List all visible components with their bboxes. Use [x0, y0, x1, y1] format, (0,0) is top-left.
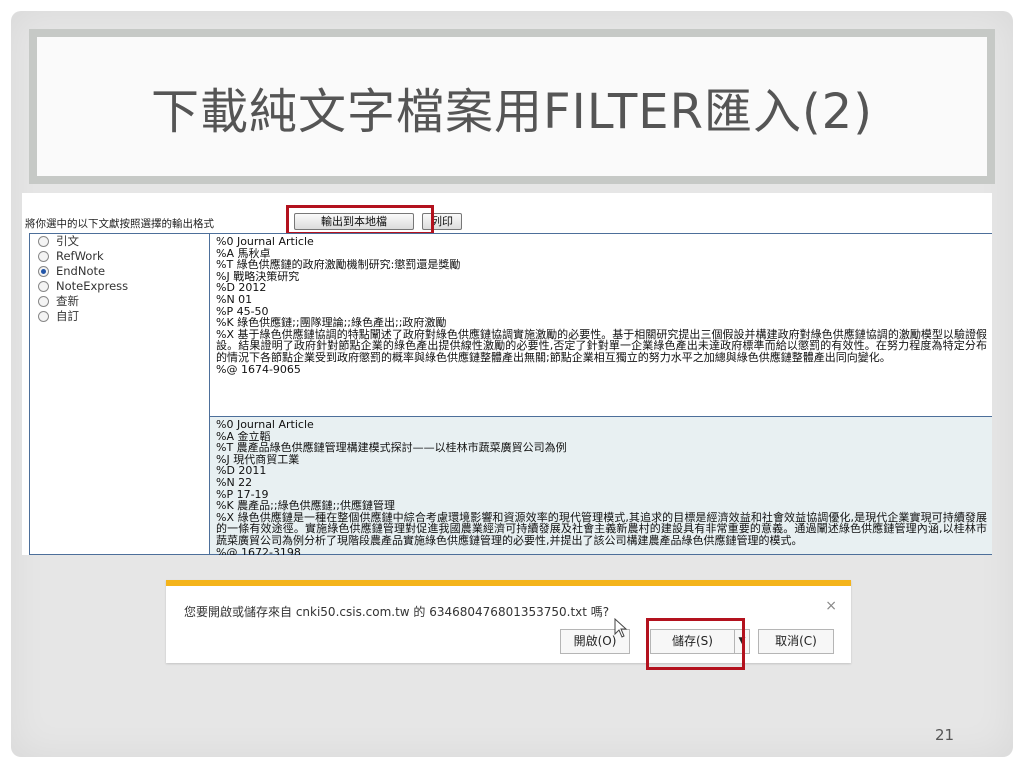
page-number: 21	[935, 726, 955, 744]
record-abstract: %X 基于綠色供應鏈協調的特點闡述了政府對綠色供應鏈協調實施激勵的必要性。基于相…	[216, 327, 987, 364]
record-line: %0 Journal Article	[216, 236, 314, 248]
record-entry: %0 Journal Article %A 金立韜 %T 農產品綠色供應鏈管理構…	[210, 417, 992, 555]
format-radio-custom[interactable]	[38, 311, 49, 322]
record-abstract: %X 綠色供應鏈是一種在整個供應鏈中綜合考慮環境影響和資源效率的現代管理模式,其…	[216, 510, 987, 547]
download-message: 您要開啟或儲存來自 cnki50.csis.com.tw 的 634680476…	[184, 605, 610, 619]
format-option-custom[interactable]: 自訂	[38, 309, 210, 324]
record-line: %P 17-19	[216, 488, 269, 501]
record-line: %D 2011	[216, 465, 267, 477]
format-label: RefWork	[56, 249, 104, 263]
export-header: 將你選中的以下文獻按照選擇的輸出格式 輸出到本地檔 列印	[22, 205, 992, 235]
format-radio-refwork[interactable]	[38, 251, 49, 262]
export-panel: 將你選中的以下文獻按照選擇的輸出格式 輸出到本地檔 列印 引文 RefWork …	[22, 193, 992, 555]
mouse-pointer-icon	[614, 618, 628, 638]
record-line: %T 農產品綠色供應鏈管理構建模式探討——以桂林市蔬菜廣貿公司為例	[216, 442, 567, 454]
format-label: EndNote	[56, 264, 106, 278]
export-prompt-text: 將你選中的以下文獻按照選擇的輸出格式	[25, 218, 214, 230]
close-icon[interactable]: ×	[825, 598, 837, 614]
format-radio-citation[interactable]	[38, 236, 49, 247]
format-label: 引文	[56, 234, 79, 248]
record-line: %P 45-50	[216, 305, 269, 318]
record-line: %K 農產品;;綠色供應鏈;;供應鏈管理	[216, 500, 395, 512]
record-line: %J 現代商貿工業	[216, 453, 300, 466]
export-button-highlight	[286, 205, 434, 235]
record-line: %J 戰略決策研究	[216, 270, 300, 283]
format-options: 引文 RefWork EndNote NoteExpress 查新 自訂	[38, 234, 210, 324]
record-line: %D 2012	[216, 282, 267, 294]
title-panel: 下載純文字檔案用FILTER匯入(2)	[37, 37, 987, 176]
download-notification-bar: 您要開啟或儲存來自 cnki50.csis.com.tw 的 634680476…	[166, 580, 851, 670]
format-radio-endnote[interactable]	[38, 266, 49, 277]
export-frame: 引文 RefWork EndNote NoteExpress 查新 自訂 %0 …	[29, 233, 992, 555]
record-line: %N 01	[216, 293, 253, 306]
record-line: %A 金立韜	[216, 430, 271, 443]
slide-title: 下載純文字檔案用FILTER匯入(2)	[151, 83, 873, 140]
record-line: %T 綠色供應鏈的政府激勵機制研究:懲罰還是獎勵	[216, 259, 461, 271]
record-line: %K 綠色供應鏈;;團隊理論;;綠色產出;;政府激勵	[216, 317, 447, 329]
format-option-noteexpress[interactable]: NoteExpress	[38, 279, 210, 294]
format-option-endnote[interactable]: EndNote	[38, 264, 210, 279]
format-option-citation[interactable]: 引文	[38, 234, 210, 249]
format-radio-noteexpress[interactable]	[38, 281, 49, 292]
format-label: NoteExpress	[56, 279, 129, 293]
format-label: 查新	[56, 294, 79, 308]
export-records: %0 Journal Article %A 馬秋卓 %T 綠色供應鏈的政府激勵機…	[209, 234, 992, 555]
record-line: %0 Journal Article	[216, 419, 314, 431]
save-button-highlight	[646, 618, 745, 670]
record-line: %N 22	[216, 476, 253, 489]
record-issn: %@ 1672-3198	[216, 546, 301, 555]
record-entry: %0 Journal Article %A 馬秋卓 %T 綠色供應鏈的政府激勵機…	[210, 234, 992, 417]
record-issn: %@ 1674-9065	[216, 363, 301, 376]
record-line: %A 馬秋卓	[216, 247, 271, 260]
format-option-refwork[interactable]: RefWork	[38, 249, 210, 264]
format-label: 自訂	[56, 309, 79, 323]
format-radio-novelty-search[interactable]	[38, 296, 49, 307]
format-option-novelty-search[interactable]: 查新	[38, 294, 210, 309]
title-frame: 下載純文字檔案用FILTER匯入(2)	[29, 29, 995, 184]
cancel-button[interactable]: 取消(C)	[758, 629, 834, 654]
